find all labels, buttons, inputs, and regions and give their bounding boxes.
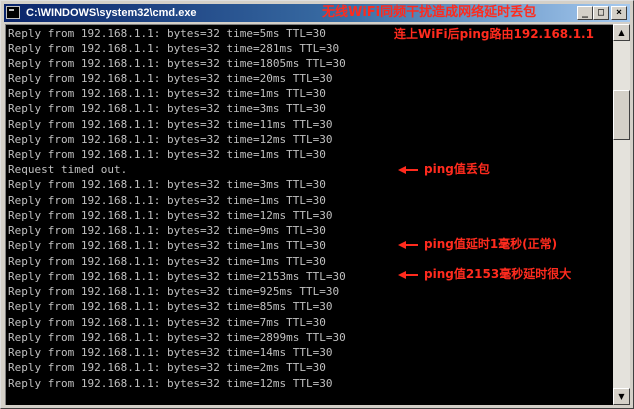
arrow-down-icon[interactable]: ▼ [613,388,630,405]
maximize-button[interactable]: □ [593,6,609,20]
title-bar[interactable]: C:\WINDOWS\system32\cmd.exe 无线WiFi同频干扰造成… [4,4,630,22]
vertical-scrollbar[interactable]: ▲ ▼ [613,24,630,405]
console-line: Reply from 192.168.1.1: bytes=32 time=11… [8,118,333,131]
console-line: Request timed out. [8,163,128,176]
console-line: Reply from 192.168.1.1: bytes=32 time=3m… [8,178,326,191]
console-line: Reply from 192.168.1.1: bytes=32 time=1m… [8,87,326,100]
console-line: Reply from 192.168.1.1: bytes=32 time=3m… [8,102,326,115]
console-output[interactable]: Reply from 192.168.1.1: bytes=32 time=5m… [5,24,613,405]
console-icon[interactable] [6,6,20,19]
close-button[interactable]: × [611,6,627,20]
console-line: Reply from 192.168.1.1: bytes=32 time=5m… [8,27,326,40]
console-line: Reply from 192.168.1.1: bytes=32 time=20… [8,72,333,85]
console-line: Reply from 192.168.1.1: bytes=32 time=28… [8,331,346,344]
console-line: Reply from 192.168.1.1: bytes=32 time=14… [8,346,333,359]
console-line: Reply from 192.168.1.1: bytes=32 time=1m… [8,255,326,268]
minimize-button[interactable]: _ [577,6,593,20]
arrow-up-icon[interactable]: ▲ [613,24,630,41]
packet-loss-annotation: ping值丢包 [424,162,490,176]
arrow-left-icon [398,162,420,179]
console-line: Reply from 192.168.1.1: bytes=32 time=12… [8,209,333,222]
console-line: Reply from 192.168.1.1: bytes=32 time=12… [8,133,333,146]
console-line: Reply from 192.168.1.1: bytes=32 time=18… [8,57,346,70]
console-line: Reply from 192.168.1.1: bytes=32 time=1m… [8,148,326,161]
console-line: Reply from 192.168.1.1: bytes=32 time=28… [8,42,340,55]
high-latency-annotation: ping值2153毫秒延时很大 [424,267,572,281]
console-line: Reply from 192.168.1.1: bytes=32 time=7m… [8,316,326,329]
console-line: Reply from 192.168.1.1: bytes=32 time=85… [8,300,333,313]
scrollbar-thumb[interactable] [613,90,630,140]
arrow-left-icon [398,237,420,254]
arrow-left-icon [398,267,420,284]
console-line: Reply from 192.168.1.1: bytes=32 time=92… [8,285,340,298]
console-line: Reply from 192.168.1.1: bytes=32 time=1m… [8,194,326,207]
window-title: C:\WINDOWS\system32\cmd.exe [26,7,197,19]
console-line: Reply from 192.168.1.1: bytes=32 time=2m… [8,361,326,374]
cmd-window: C:\WINDOWS\system32\cmd.exe 无线WiFi同频干扰造成… [0,0,634,409]
console-line: Reply from 192.168.1.1: bytes=32 time=21… [8,270,346,283]
connected-annotation: 连上WiFi后ping路由192.168.1.1 [394,27,594,41]
console-line: Reply from 192.168.1.1: bytes=32 time=9m… [8,224,326,237]
console-line: Reply from 192.168.1.1: bytes=32 time=12… [8,377,333,390]
title-annotation: 无线WiFi同频干扰造成网络延时丢包 [322,5,537,20]
normal-latency-annotation: ping值延时1毫秒(正常) [424,237,558,251]
console-line: Reply from 192.168.1.1: bytes=32 time=1m… [8,239,326,252]
